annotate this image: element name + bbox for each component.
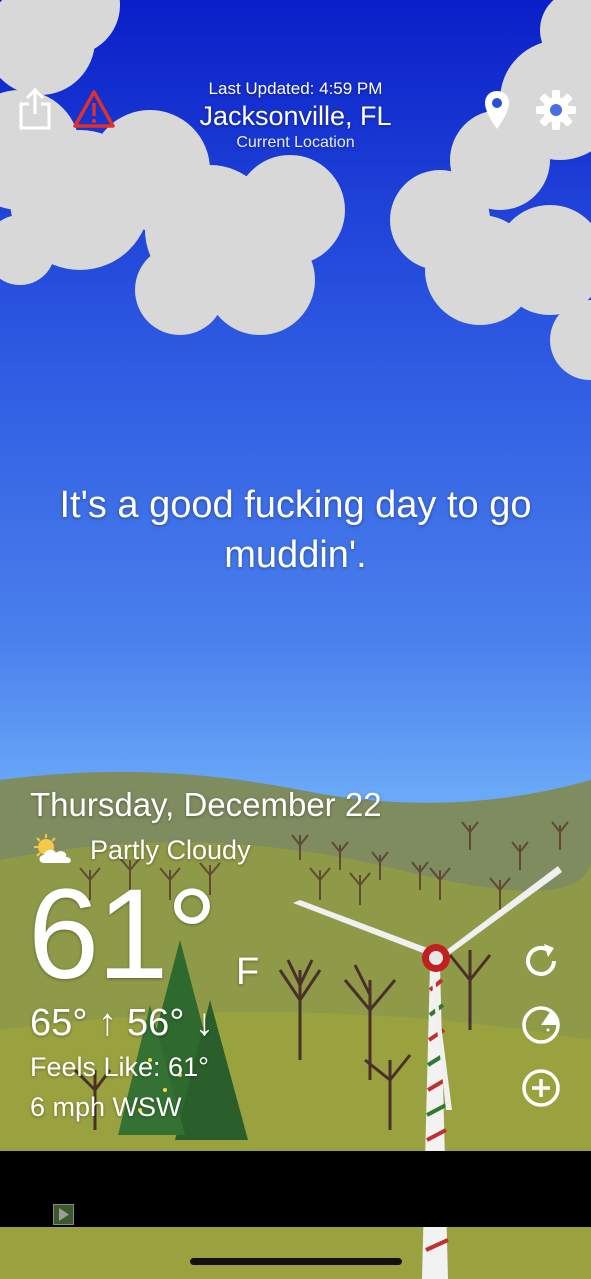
weather-screen: Last Updated: 4:59 PM Jacksonville, FL C… bbox=[0, 0, 591, 1279]
ad-banner[interactable] bbox=[0, 1151, 591, 1227]
weather-message: It's a good fucking day to go muddin'. bbox=[59, 484, 532, 576]
refresh-icon bbox=[526, 944, 556, 976]
partly-cloudy-icon bbox=[34, 834, 71, 863]
share-button[interactable] bbox=[16, 86, 54, 130]
radar-button[interactable] bbox=[518, 1002, 564, 1048]
plus-circle-icon bbox=[522, 1069, 560, 1107]
refresh-button[interactable] bbox=[518, 938, 564, 984]
city-name: Jacksonville, FL bbox=[199, 101, 392, 131]
ad-choices-icon[interactable] bbox=[53, 1204, 74, 1225]
date-text: Thursday, December 22 bbox=[30, 786, 382, 823]
settings-button[interactable] bbox=[534, 88, 578, 132]
condition-text: Partly Cloudy bbox=[90, 834, 251, 865]
last-updated-text: Last Updated: 4:59 PM bbox=[208, 79, 383, 98]
play-icon bbox=[59, 1208, 69, 1221]
gear-icon bbox=[536, 90, 576, 130]
cloud-left bbox=[0, 0, 345, 335]
map-pin-icon bbox=[485, 91, 509, 129]
location-label: Current Location bbox=[236, 134, 355, 151]
high-low-row: 65° ↑ 56° ↓ bbox=[30, 1000, 214, 1046]
share-icon bbox=[19, 87, 51, 130]
alert-button[interactable] bbox=[72, 88, 116, 130]
radar-icon bbox=[522, 1006, 560, 1044]
low-temperature: 56° ↓ bbox=[127, 1002, 215, 1044]
location-button[interactable] bbox=[482, 88, 512, 132]
wind-text: 6 mph WSW bbox=[30, 1092, 182, 1122]
current-temperature: 61° bbox=[28, 863, 218, 1006]
location-header[interactable]: Last Updated: 4:59 PM Jacksonville, FL C… bbox=[150, 78, 441, 154]
warning-triangle-icon bbox=[73, 90, 115, 128]
feels-like-text: Feels Like: 61° bbox=[30, 1052, 209, 1082]
temperature-unit: F bbox=[236, 951, 260, 993]
high-temperature: 65° ↑ bbox=[30, 1002, 118, 1044]
home-indicator[interactable] bbox=[190, 1258, 402, 1265]
landscape-illustration bbox=[0, 0, 591, 1279]
cloud-right bbox=[390, 0, 591, 380]
add-location-button[interactable] bbox=[518, 1065, 564, 1111]
